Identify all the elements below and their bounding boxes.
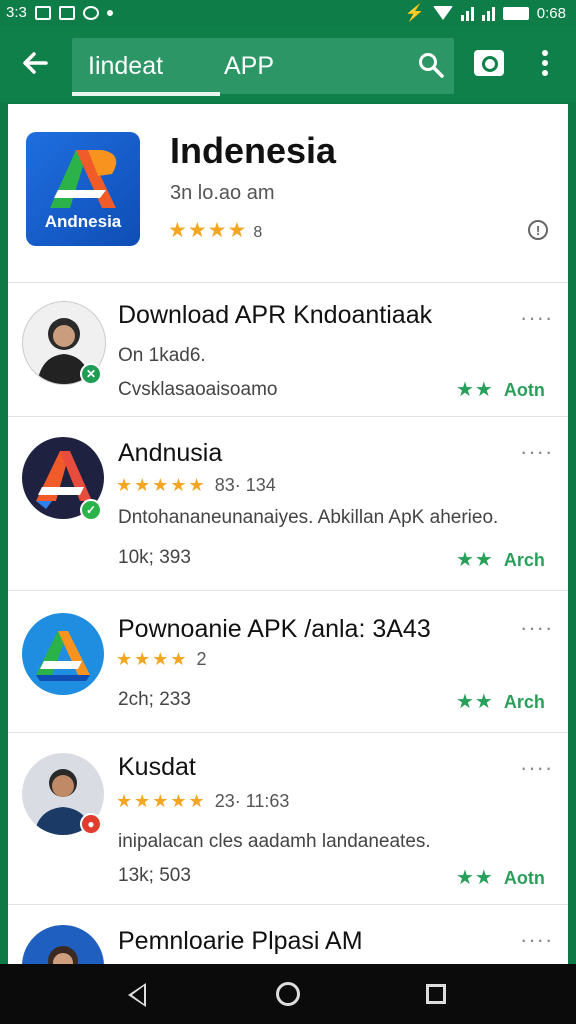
result-title: Download APR Kndoantiaak (118, 301, 433, 329)
search-query-text: Iindeat (88, 52, 164, 80)
install-action[interactable]: ★★ Arch (456, 689, 545, 714)
result-meta: 10k; 393 (118, 547, 191, 568)
status-time-left: 3:3 (6, 4, 27, 21)
overflow-menu-icon[interactable]: ···· (520, 305, 553, 331)
more-vert-icon[interactable] (538, 50, 552, 80)
result-title: Andnusia (118, 439, 223, 467)
list-item[interactable]: Pemnloarie Plpasi AM ···· (8, 904, 568, 964)
app-logo-label: Andnesia (44, 212, 122, 231)
result-meta: 13k; 503 (118, 865, 191, 886)
action-label: Arch (503, 692, 545, 712)
green-stars-icon: ★★ (456, 379, 494, 401)
results-sheet: Andnesia Indenesia 3n lo.ao am ★★★★ 8 ! ✕… (8, 104, 568, 964)
green-stars-icon: ★★ (456, 867, 494, 889)
signal-icon (460, 5, 474, 21)
result-title: Kusdat (118, 753, 196, 781)
star-rating-icon: ★★★★ (116, 649, 189, 669)
avatar (22, 613, 104, 695)
rating-text: 83· 134 (214, 475, 276, 495)
signal-2-icon (481, 5, 495, 21)
green-stars-icon: ★★ (456, 691, 494, 713)
nav-recent-icon[interactable] (426, 984, 446, 1004)
rating-text: 23· 11:63 (214, 791, 290, 811)
nav-back-icon[interactable] (128, 983, 146, 1007)
vibrate-icon: ⚡ (404, 5, 425, 22)
wifi-icon (432, 6, 453, 20)
search-query-text-2: APP (224, 52, 275, 80)
notification-dot-icon (106, 9, 113, 16)
hero-rating: ★★★★ 8 (168, 218, 263, 243)
result-description: inipalacan cles aadamh landaneates. (118, 831, 431, 852)
overflow-menu-icon[interactable]: ···· (520, 755, 553, 781)
list-item[interactable]: ✓ Andnusia ★★★★★ 83· 134 Dntohananeunanai… (8, 416, 568, 591)
search-underline (72, 92, 220, 96)
system-nav-bar (0, 964, 576, 1024)
verified-badge-icon: ✕ (80, 363, 102, 385)
star-rating-icon: ★★★★ (168, 219, 248, 242)
rating-text: 2 (196, 649, 207, 669)
action-label: Aotn (503, 868, 545, 888)
list-item[interactable]: Pownoanie APK /anla: 3A43 ★★★★ 2 2ch; 233… (8, 590, 568, 733)
action-label: Aotn (503, 380, 545, 400)
list-item[interactable]: ✕ Download APR Kndoantiaak On 1kad6. Cvs… (8, 282, 568, 417)
back-arrow-icon[interactable] (18, 46, 52, 80)
star-rating-icon: ★★★★★ (116, 475, 207, 495)
camera-icon[interactable] (474, 50, 504, 76)
search-icon[interactable] (418, 52, 444, 78)
result-meta: 2ch; 233 (118, 689, 191, 710)
image-icon (58, 5, 75, 20)
hero-rating-count: 8 (253, 224, 264, 241)
result-rating: ★★★★★ 23· 11:63 (116, 791, 289, 812)
result-meta: On 1kad6. (118, 345, 206, 366)
result-rating: ★★★★★ 83· 134 (116, 475, 276, 496)
search-field[interactable]: Iindeat APP (72, 38, 454, 96)
overflow-menu-icon[interactable]: ···· (520, 615, 553, 641)
gallery-icon (34, 5, 51, 20)
result-title: Pownoanie APK /anla: 3A43 (118, 615, 431, 643)
overflow-menu-icon[interactable]: ···· (520, 439, 553, 465)
action-label: Arch (503, 550, 545, 570)
result-title: Pemnloarie Plpasi AM (118, 927, 363, 955)
result-rating: ★★★★ 2 (116, 649, 207, 670)
verified-badge-icon: ✓ (80, 499, 102, 521)
install-action[interactable]: ★★ Aotn (456, 865, 545, 890)
avatar-notification-icon (82, 5, 99, 20)
result-description: Dntohananeunanaiyes. Abkillan ApK aherie… (118, 507, 499, 528)
status-bar: 3:3 ⚡ 0:68 (0, 0, 576, 26)
green-stars-icon: ★★ (456, 549, 494, 571)
status-time-right: 0:68 (536, 4, 566, 22)
nav-home-icon[interactable] (276, 982, 300, 1006)
avatar (22, 925, 104, 964)
live-badge-icon: ● (80, 813, 102, 835)
hero-title: Indenesia (170, 130, 337, 171)
install-action[interactable]: ★★ Aotn (456, 377, 545, 402)
battery-icon (502, 6, 529, 20)
install-action[interactable]: ★★ Arch (456, 547, 545, 572)
app-bar: Iindeat APP (0, 26, 576, 102)
info-icon[interactable]: ! (528, 220, 548, 240)
app-logo-icon: Andnesia (26, 132, 140, 246)
overflow-menu-icon[interactable]: ···· (520, 927, 553, 953)
hero-card[interactable]: Andnesia Indenesia 3n lo.ao am ★★★★ 8 ! (8, 104, 568, 284)
list-item[interactable]: ● Kusdat ★★★★★ 23· 11:63 inipalacan cles … (8, 732, 568, 905)
hero-subtitle: 3n lo.ao am (170, 182, 275, 204)
result-description: Cvsklasaoaisoamo (118, 379, 278, 400)
star-rating-icon: ★★★★★ (116, 791, 207, 811)
